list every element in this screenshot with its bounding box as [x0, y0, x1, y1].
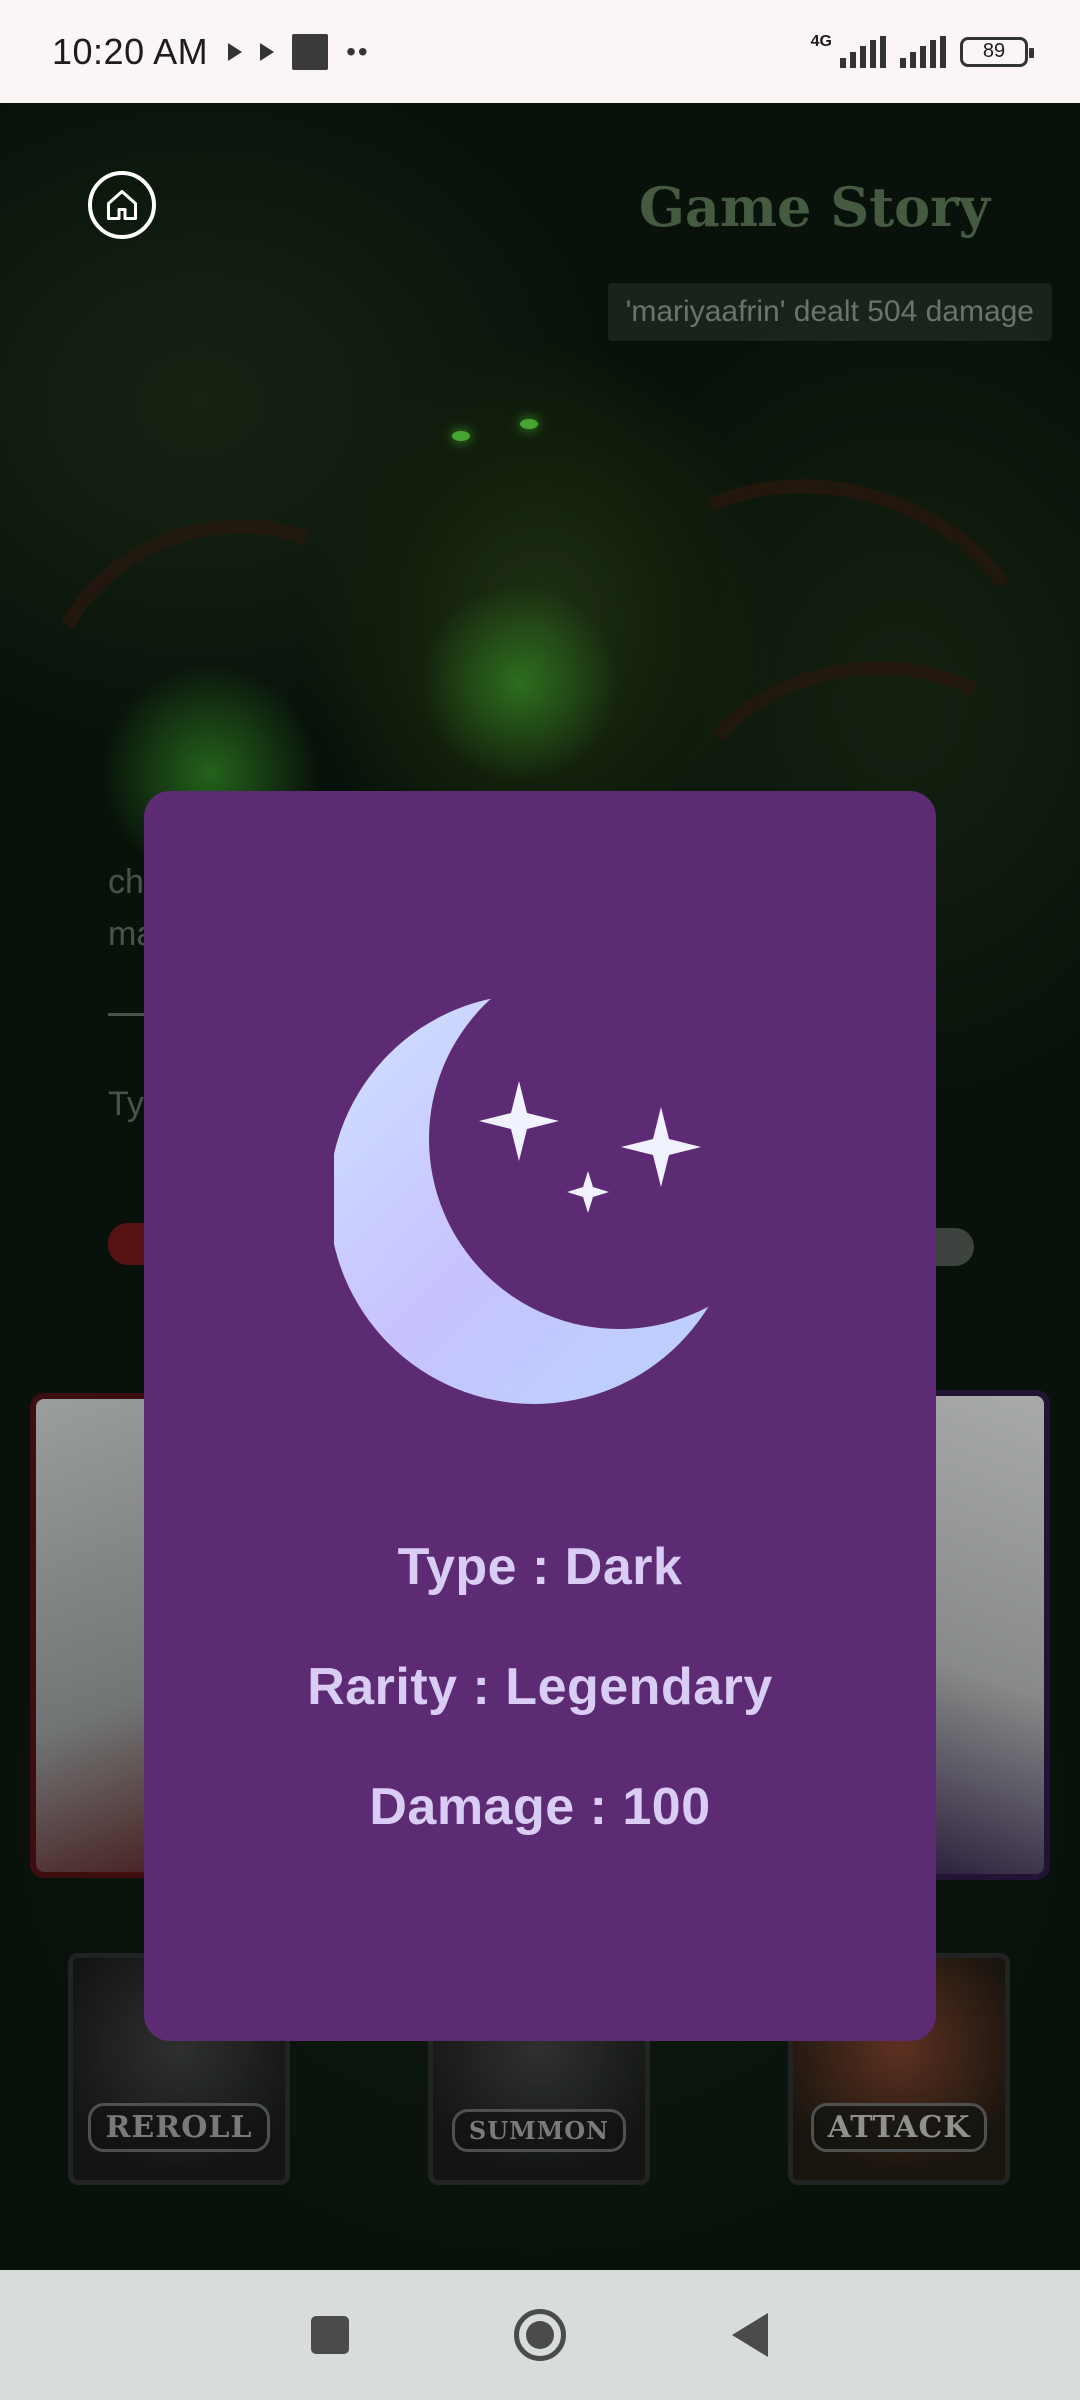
card-detail-popup[interactable]: Type : Dark Rarity : Legendary Damage : …: [144, 791, 936, 2041]
network-type: 4G: [810, 32, 832, 50]
signal-icon: [840, 35, 886, 68]
battery-icon: 89: [960, 36, 1034, 67]
system-nav-bar: [0, 2270, 1080, 2400]
more-notifications-icon: ••: [346, 35, 370, 67]
home-button[interactable]: [88, 171, 156, 239]
status-time: 10:20 AM: [52, 30, 209, 72]
page-title: Game Story: [638, 175, 990, 239]
system-icons: 4G 89: [810, 32, 1034, 71]
attack-label: ATTACK: [810, 2103, 988, 2152]
signal-icon: [900, 35, 946, 68]
app-notification-icon: [292, 33, 329, 70]
square-icon: [311, 2316, 349, 2354]
crescent-moon-stars-icon: [329, 989, 739, 1409]
card-type: Type : Dark: [397, 1538, 683, 1596]
play-notification-icon: [228, 42, 243, 61]
home-nav-button[interactable]: [510, 2305, 570, 2365]
status-bar: 10:20 AM •• 4G 89: [0, 0, 1080, 103]
chat-input[interactable]: Ty: [108, 1085, 144, 1124]
circle-home-icon: [514, 2309, 566, 2361]
back-triangle-icon: [732, 2313, 768, 2357]
recents-button[interactable]: [300, 2305, 360, 2365]
home-icon: [107, 190, 137, 220]
play-notification-icon: [260, 42, 275, 61]
card-rarity: Rarity : Legendary: [307, 1658, 773, 1716]
notification-icons: ••: [228, 33, 370, 70]
battle-log-message: 'mariyaafrin' dealt 504 damage: [607, 283, 1052, 341]
summon-label: SUMMON: [451, 2109, 627, 2152]
card-damage: Damage : 100: [369, 1778, 711, 1836]
chat-text-fragment: ch: [108, 863, 144, 901]
back-button[interactable]: [720, 2305, 780, 2365]
reroll-label: REROLL: [88, 2103, 270, 2152]
